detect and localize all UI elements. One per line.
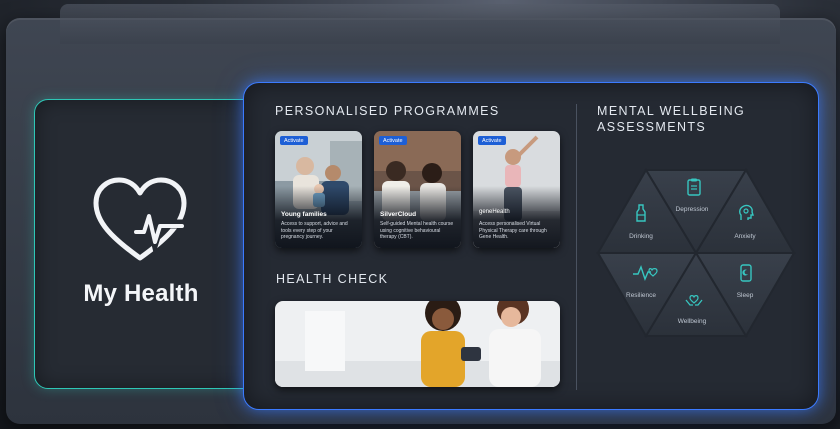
head-icon — [739, 204, 754, 220]
assessment-wellbeing[interactable]: Wellbeing — [662, 318, 722, 325]
activate-badge[interactable]: Activate — [280, 136, 308, 145]
programmes-title: PERSONALISED PROGRAMMES — [275, 104, 500, 118]
genehealth-logo: geneHealth — [479, 209, 510, 215]
clipboard-icon — [687, 178, 701, 196]
assessment-resilience[interactable]: Resilience — [611, 292, 671, 299]
assessment-hexagon: Depression Drinking Anxiety Resilience S… — [596, 168, 796, 338]
health-check-card[interactable] — [275, 301, 560, 387]
assessments-title-line1: MENTAL WELLBEING — [597, 104, 746, 118]
device-frame-top — [60, 4, 780, 44]
card-title: Young families — [281, 211, 327, 218]
card-description: Self-guided Mental health course using c… — [380, 221, 454, 240]
assessments-title-line2: ASSESSMENTS — [597, 120, 707, 134]
heartbeat-icon — [633, 265, 658, 281]
programme-card-silvercloud[interactable]: Activate SilverCloud Self-guided Mental … — [374, 131, 461, 248]
health-check-title: HEALTH CHECK — [276, 272, 389, 286]
phone-sleep-icon — [740, 264, 752, 282]
activate-badge[interactable]: Activate — [478, 136, 506, 145]
doctor-patient-photo — [275, 301, 560, 387]
programme-card-young-families[interactable]: Activate Young families Access to suppor… — [275, 131, 362, 248]
assessment-depression[interactable]: Depression — [662, 206, 722, 213]
bottle-icon — [636, 204, 646, 222]
activate-badge[interactable]: Activate — [379, 136, 407, 145]
card-description: Access to support, advice and tools ever… — [281, 221, 348, 240]
card-description: Access personalised Virtual Physical The… — [479, 221, 547, 240]
my-health-title: My Health — [83, 280, 199, 307]
assessment-anxiety[interactable]: Anxiety — [715, 233, 775, 240]
assessment-sleep[interactable]: Sleep — [715, 292, 775, 299]
card-title: SilverCloud — [380, 211, 417, 218]
programme-card-genehealth[interactable]: Activate geneHealth Access personalised … — [473, 131, 560, 248]
heart-pulse-icon — [93, 177, 187, 261]
assessment-drinking[interactable]: Drinking — [611, 233, 671, 240]
panel-divider — [576, 104, 577, 390]
hands-heart-icon — [685, 295, 703, 306]
